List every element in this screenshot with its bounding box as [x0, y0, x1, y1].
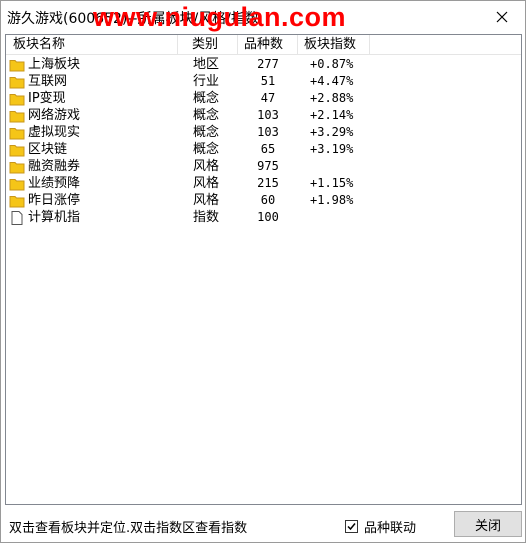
sector-count: 103	[257, 125, 279, 139]
document-icon	[9, 210, 25, 225]
status-bar: 双击查看板块并定位.双击指数区查看指数 品种联动 关闭	[1, 509, 525, 542]
folder-icon	[9, 177, 25, 191]
sector-index: +4.47%	[310, 74, 354, 88]
sector-type: 行业	[193, 74, 220, 89]
folder-icon	[9, 143, 25, 157]
sector-count: 47	[260, 91, 276, 105]
checkbox-label: 品种联动	[364, 521, 417, 536]
sector-index: +2.88%	[310, 91, 354, 105]
sector-name-text: 业绩预降	[28, 176, 81, 191]
sector-name-text: 上海板块	[28, 57, 81, 72]
list-item[interactable]: 区块链 概念 65 +3.19%	[6, 141, 521, 158]
sector-index: +3.29%	[310, 125, 354, 139]
folder-icon	[9, 160, 25, 174]
sector-type: 风格	[193, 193, 220, 208]
sector-index: +3.19%	[310, 142, 354, 156]
sector-name: 业绩预降	[9, 175, 177, 192]
sector-list[interactable]: 板块名称 类别 品种数 板块指数 上海板块 地区 277 +0.87% 互联网 行业 51 +…	[5, 34, 522, 505]
folder-icon	[9, 109, 25, 123]
sector-index: +1.15%	[310, 176, 354, 190]
sector-type: 风格	[193, 159, 220, 174]
sector-count: 215	[257, 176, 279, 190]
folder-icon	[9, 126, 25, 140]
dialog-window: 游久游戏(600652)--所属板块/风格/指数 www.niugulan.co…	[0, 0, 526, 543]
folder-icon	[9, 58, 25, 72]
sector-name-text: 融资融券	[28, 159, 81, 174]
list-item[interactable]: 昨日涨停 风格 60 +1.98%	[6, 192, 521, 209]
list-item[interactable]: 互联网 行业 51 +4.47%	[6, 73, 521, 90]
sector-index: +1.98%	[310, 193, 354, 207]
folder-icon	[9, 92, 25, 106]
column-header-name[interactable]: 板块名称	[6, 35, 178, 55]
sector-count: 277	[257, 57, 279, 71]
sector-name: 上海板块	[9, 56, 177, 73]
close-icon[interactable]	[487, 4, 517, 30]
checkmark-icon	[347, 523, 356, 531]
sector-index: +0.87%	[310, 57, 354, 71]
sector-name: 计算机指	[9, 209, 177, 226]
close-button[interactable]: 关闭	[454, 511, 522, 537]
list-item[interactable]: 业绩预降 风格 215 +1.15%	[6, 175, 521, 192]
sector-type: 地区	[193, 57, 220, 72]
sector-name: 网络游戏	[9, 107, 177, 124]
sector-name-text: 昨日涨停	[28, 193, 81, 208]
sector-name: IP变现	[9, 90, 177, 107]
sector-index: +2.14%	[310, 108, 354, 122]
hint-text: 双击查看板块并定位.双击指数区查看指数	[9, 521, 248, 536]
sector-type: 概念	[193, 142, 220, 157]
sector-count: 100	[257, 210, 279, 224]
list-item[interactable]: IP变现 概念 47 +2.88%	[6, 90, 521, 107]
sector-name-text: 虚拟现实	[28, 125, 81, 140]
sector-name: 区块链	[9, 141, 177, 158]
sector-type: 风格	[193, 176, 220, 191]
sector-name-text: 区块链	[28, 142, 68, 157]
sector-count: 65	[260, 142, 276, 156]
list-item[interactable]: 计算机指 指数 100	[6, 209, 521, 226]
list-item[interactable]: 虚拟现实 概念 103 +3.29%	[6, 124, 521, 141]
sector-name: 虚拟现实	[9, 124, 177, 141]
sector-name-text: IP变现	[28, 91, 66, 106]
sector-count: 60	[260, 193, 276, 207]
sector-name-text: 计算机指	[28, 210, 81, 225]
folder-icon	[9, 194, 25, 208]
sector-type: 概念	[193, 108, 220, 123]
column-header-index[interactable]: 板块指数	[298, 35, 370, 55]
sector-name: 昨日涨停	[9, 192, 177, 209]
sector-type: 概念	[193, 125, 220, 140]
sector-type: 指数	[193, 210, 220, 225]
watermark-text: www.niugulan.com	[93, 2, 347, 32]
sector-name-text: 互联网	[28, 74, 68, 89]
sector-name: 互联网	[9, 73, 177, 90]
folder-icon	[9, 75, 25, 89]
sector-type: 概念	[193, 91, 220, 106]
column-header-type[interactable]: 类别	[178, 35, 238, 55]
title-bar[interactable]: 游久游戏(600652)--所属板块/风格/指数 www.niugulan.co…	[1, 1, 525, 32]
sector-count: 51	[260, 74, 276, 88]
link-checkbox[interactable]: 品种联动	[345, 517, 416, 536]
list-item[interactable]: 网络游戏 概念 103 +2.14%	[6, 107, 521, 124]
list-item[interactable]: 融资融券 风格 975	[6, 158, 521, 175]
list-rows: 上海板块 地区 277 +0.87% 互联网 行业 51 +4.47% IP变现 概念 47 +2.8…	[6, 56, 521, 226]
list-item[interactable]: 上海板块 地区 277 +0.87%	[6, 56, 521, 73]
sector-count: 103	[257, 108, 279, 122]
list-header: 板块名称 类别 品种数 板块指数	[6, 35, 521, 55]
column-header-count[interactable]: 品种数	[238, 35, 298, 55]
sector-name-text: 网络游戏	[28, 108, 81, 123]
sector-name: 融资融券	[9, 158, 177, 175]
checkbox-box[interactable]	[345, 520, 358, 533]
sector-count: 975	[257, 159, 279, 173]
